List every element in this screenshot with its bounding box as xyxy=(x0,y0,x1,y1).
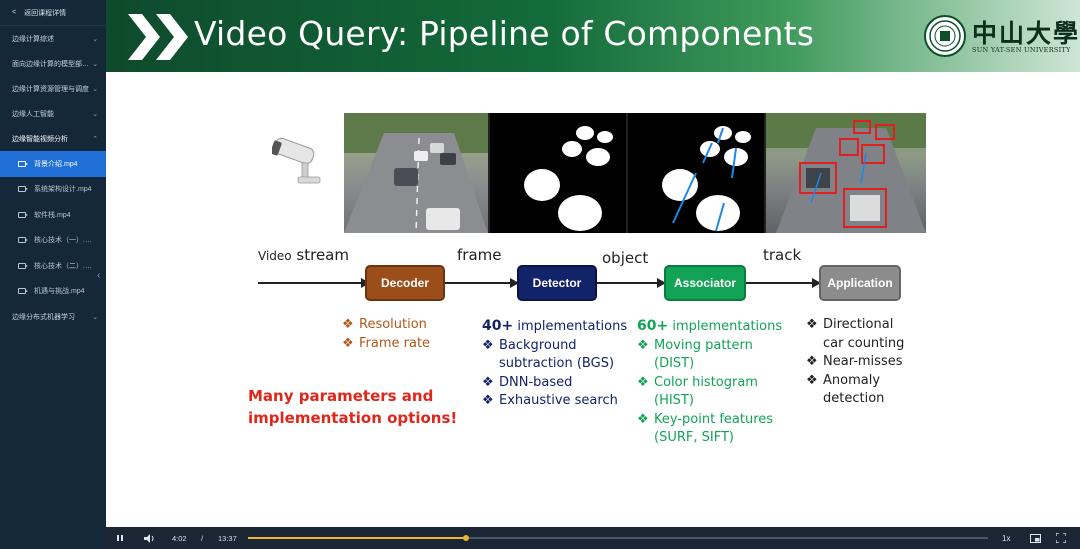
course-sidebar: < 返回课程详情 边缘计算综述 ⌄ 面向边缘计算的模型部署与优化 ⌄ 边缘计算资… xyxy=(0,0,106,549)
frame-object-tracks xyxy=(628,113,764,233)
parameters-note: Many parameters and implementation optio… xyxy=(248,387,458,427)
diamond-bullet-icon: ❖ xyxy=(806,317,818,332)
sidebar-section-resource[interactable]: 边缘计算资源管理与调度 ⌄ xyxy=(0,76,106,101)
video-icon xyxy=(18,288,28,295)
diamond-bullet-icon: ❖ xyxy=(637,337,649,353)
diamond-bullet-icon: ❖ xyxy=(806,372,818,388)
time-separator: / xyxy=(201,533,204,543)
application-list: ❖ Directional car counting ❖ Near-misses ❖… xyxy=(806,317,905,406)
frame-foreground-mask xyxy=(490,113,626,233)
chevron-down-icon: ⌄ xyxy=(92,110,98,118)
university-seal-icon xyxy=(924,15,966,57)
application-box: Application xyxy=(819,265,901,301)
sidebar-video-item[interactable]: 系统架构设计.mp4 xyxy=(0,177,106,203)
video-frame-slide[interactable]: Video Query: Pipeline of Components 中山大學… xyxy=(106,0,1080,527)
player-controls: 4:02 / 13:37 1x xyxy=(106,527,1080,549)
diamond-bullet-icon: ❖ xyxy=(482,337,494,353)
diamond-bullet-icon: ❖ xyxy=(482,393,494,408)
video-icon xyxy=(18,262,28,269)
diamond-bullet-icon: ❖ xyxy=(342,335,354,351)
diamond-bullet-icon: ❖ xyxy=(342,317,354,332)
pip-icon xyxy=(1030,533,1041,543)
frame-detected-boxes xyxy=(766,113,926,233)
slide-header: Video Query: Pipeline of Components 中山大學… xyxy=(106,0,1080,72)
back-label: 返回课程详情 xyxy=(24,9,67,17)
video-icon xyxy=(18,186,28,193)
pause-button[interactable] xyxy=(116,527,124,549)
diamond-bullet-icon: ❖ xyxy=(637,411,649,427)
associator-box: Associator xyxy=(664,265,746,301)
slide-title: Video Query: Pipeline of Components xyxy=(194,14,815,53)
course-video-player: < 返回课程详情 边缘计算综述 ⌄ 面向边缘计算的模型部署与优化 ⌄ 边缘计算资… xyxy=(0,0,1080,549)
sidebar-video-item[interactable]: 背景介绍.mp4 xyxy=(0,151,106,177)
detector-box: Detector xyxy=(517,265,597,301)
progress-knob[interactable] xyxy=(463,535,470,541)
chevron-down-icon: ⌄ xyxy=(92,60,98,68)
sidebar-collapse-icon[interactable]: ‹ xyxy=(97,270,100,281)
diamond-bullet-icon: ❖ xyxy=(806,354,818,369)
back-to-course-button[interactable]: < 返回课程详情 xyxy=(0,0,106,26)
university-name-cn: 中山大學 xyxy=(972,19,1080,48)
duration: 13:37 xyxy=(218,533,237,543)
chevron-down-icon: ⌄ xyxy=(92,35,98,43)
fullscreen-icon xyxy=(1056,533,1066,543)
cctv-camera-icon xyxy=(272,137,321,184)
detector-options-list: 40+ implementations ❖ Background subtract… xyxy=(482,317,627,411)
video-icon xyxy=(18,237,28,244)
picture-in-picture-button[interactable] xyxy=(1030,527,1041,549)
progress-fill xyxy=(248,537,467,539)
decoder-box: Decoder xyxy=(365,265,445,301)
university-name-en: SUN YAT-SEN UNIVERSITY xyxy=(972,46,1071,54)
label-frame: frame xyxy=(457,246,502,264)
volume-button[interactable] xyxy=(144,527,155,549)
frame-raw-traffic xyxy=(344,113,488,233)
associator-options-list: 60+ implementations ❖ Moving pattern (DIS… xyxy=(637,318,783,445)
decoder-options-list: ❖ Resolution ❖ Frame rate xyxy=(342,316,430,353)
chevron-down-icon: ⌄ xyxy=(92,313,98,321)
playback-speed-button[interactable]: 1x xyxy=(1002,527,1010,549)
sidebar-video-item[interactable]: 机遇与挑战.mp4 xyxy=(0,279,106,305)
video-frames-strip xyxy=(344,113,926,233)
sidebar-section-overview[interactable]: 边缘计算综述 ⌄ xyxy=(0,26,106,51)
chevron-left-icon: < xyxy=(12,9,17,16)
sidebar-section-edge-ai[interactable]: 边缘人工智能 ⌄ xyxy=(0,101,106,126)
label-video-stream: Video stream xyxy=(258,246,349,264)
volume-icon xyxy=(144,533,154,543)
video-icon xyxy=(18,160,28,167)
pause-icon xyxy=(117,535,123,541)
chevron-up-icon: ⌃ xyxy=(92,135,98,143)
video-icon xyxy=(18,211,28,218)
sidebar-video-item[interactable]: 核心技术（二）.mp4 xyxy=(0,253,106,279)
progress-bar[interactable] xyxy=(248,535,988,541)
fullscreen-button[interactable] xyxy=(1056,527,1066,549)
diamond-bullet-icon: ❖ xyxy=(482,374,494,390)
current-time: 4:02 xyxy=(172,533,187,543)
chevron-down-icon: ⌄ xyxy=(92,85,98,93)
diamond-bullet-icon: ❖ xyxy=(637,374,649,390)
label-track: track xyxy=(763,246,802,264)
sidebar-video-item[interactable]: 软件栈.mp4 xyxy=(0,202,106,228)
sidebar-video-item[interactable]: 核心技术（一）.mp4 xyxy=(0,228,106,254)
label-object: object xyxy=(602,249,649,267)
sidebar-section-video-analytics[interactable]: 边缘智能视频分析 ⌃ xyxy=(0,126,106,151)
sidebar-section-model-deploy[interactable]: 面向边缘计算的模型部署与优化 ⌄ xyxy=(0,51,106,76)
double-chevron-icon xyxy=(128,14,188,60)
sidebar-section-distributed-ml[interactable]: 边缘分布式机器学习 ⌄ xyxy=(0,304,106,329)
